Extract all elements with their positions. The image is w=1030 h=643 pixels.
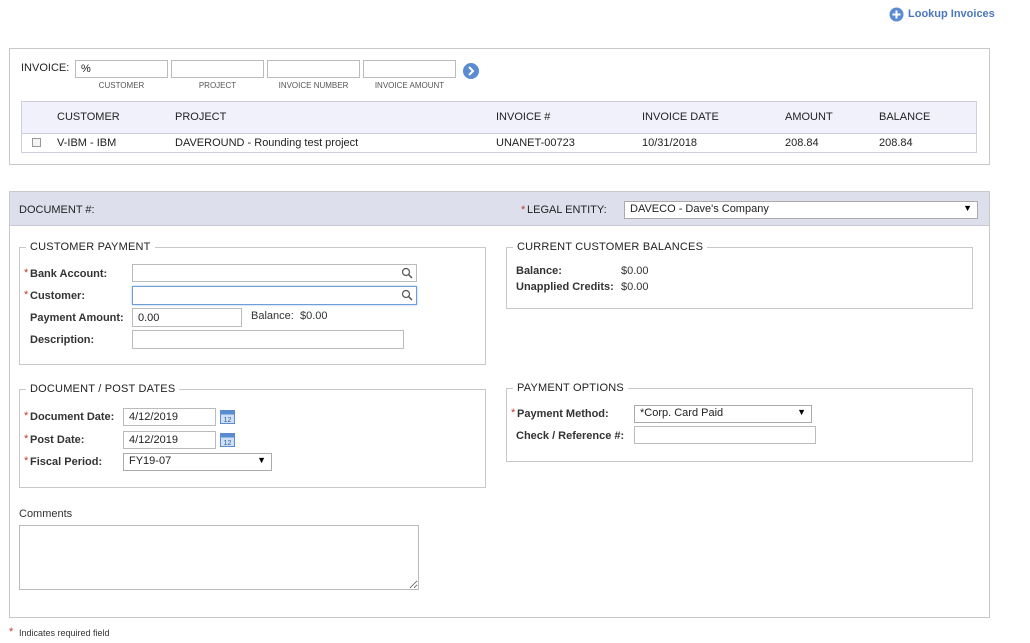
comments-label: Comments: [19, 508, 73, 520]
legal-entity-value: DAVECO - Dave's Company: [630, 203, 769, 215]
invoice-table-header: CUSTOMER PROJECT INVOICE # INVOICE DATE …: [22, 102, 976, 134]
col-project: PROJECT: [175, 111, 227, 123]
calendar-icon[interactable]: 12: [220, 432, 235, 447]
required-note-mark: *: [9, 626, 14, 638]
invoice-label: INVOICE:: [21, 62, 70, 74]
payment-method-select[interactable]: *Corp. Card Paid ▼: [634, 405, 812, 423]
document-date-label: Document Date:: [30, 411, 115, 423]
comments-textarea[interactable]: [19, 525, 419, 590]
invoice-search-panel: INVOICE: CUSTOMER PROJECT INVOICE NUMBER…: [9, 48, 990, 165]
row-project: DAVEROUND - Rounding test project: [175, 137, 359, 149]
dropdown-arrow-icon: ▼: [257, 455, 266, 465]
col-amount: AMOUNT: [785, 111, 833, 123]
unapplied-credits-label: Unapplied Credits:: [516, 281, 614, 293]
bank-account-input[interactable]: [132, 264, 417, 282]
magnifier-icon[interactable]: [401, 267, 413, 279]
magnifier-icon[interactable]: [401, 289, 413, 301]
project-search-input[interactable]: [171, 60, 264, 78]
legal-entity-select[interactable]: DAVECO - Dave's Company ▼: [624, 201, 978, 219]
current-balances-title: CURRENT CUSTOMER BALANCES: [513, 241, 708, 253]
fiscal-period-required-mark: *: [24, 455, 29, 467]
plus-circle-icon: [889, 7, 904, 22]
col-customer: CUSTOMER: [57, 111, 120, 123]
customer-label: Customer:: [30, 290, 86, 302]
customer-payment-section: CUSTOMER PAYMENT * Bank Account: * Custo…: [19, 241, 486, 365]
invoice-number-caption: INVOICE NUMBER: [278, 81, 349, 90]
project-caption: PROJECT: [198, 81, 237, 90]
calendar-icon[interactable]: 12: [220, 409, 235, 424]
col-invoice-number: INVOICE #: [496, 111, 551, 123]
invoice-amount-search-input[interactable]: [363, 60, 456, 78]
svg-text:12: 12: [224, 440, 232, 447]
bank-account-label: Bank Account:: [30, 268, 108, 280]
col-balance: BALANCE: [879, 111, 931, 123]
payment-balance-value: $0.00: [300, 310, 328, 322]
customer-required-mark: *: [24, 289, 29, 301]
dropdown-arrow-icon: ▼: [963, 203, 972, 213]
check-reference-label: Check / Reference #:: [516, 430, 625, 442]
post-date-input[interactable]: [123, 431, 216, 449]
payment-balance-label: Balance:: [251, 310, 294, 322]
document-panel: DOCUMENT #: * LEGAL ENTITY: DAVECO - Dav…: [9, 191, 990, 618]
row-checkbox[interactable]: [32, 138, 41, 147]
post-dates-section: DOCUMENT / POST DATES * Document Date: 1…: [19, 383, 486, 488]
row-invoice-date: 10/31/2018: [642, 137, 698, 149]
payment-method-value: *Corp. Card Paid: [640, 407, 724, 419]
svg-text:12: 12: [224, 417, 232, 424]
customer-payment-title: CUSTOMER PAYMENT: [26, 241, 155, 253]
col-invoice-date: INVOICE DATE: [642, 111, 719, 123]
balance-value: $0.00: [621, 265, 649, 277]
table-row[interactable]: V-IBM - IBM DAVEROUND - Rounding test pr…: [22, 134, 976, 152]
document-date-input[interactable]: [123, 408, 216, 426]
invoice-amount-caption: INVOICE AMOUNT: [374, 81, 445, 90]
payment-amount-input[interactable]: [132, 308, 242, 327]
invoice-table: CUSTOMER PROJECT INVOICE # INVOICE DATE …: [21, 101, 977, 153]
unapplied-credits-value: $0.00: [621, 281, 649, 293]
payment-method-label: Payment Method:: [517, 408, 609, 420]
customer-search-input[interactable]: [75, 60, 168, 78]
customer-input[interactable]: [132, 286, 417, 305]
customer-caption: CUSTOMER: [98, 81, 145, 90]
dropdown-arrow-icon: ▼: [797, 407, 806, 417]
post-date-label: Post Date:: [30, 434, 85, 446]
row-customer: V-IBM - IBM: [57, 137, 117, 149]
payment-amount-label: Payment Amount:: [30, 312, 124, 324]
search-go-arrow-icon[interactable]: [462, 62, 480, 80]
fiscal-period-select[interactable]: FY19-07 ▼: [123, 453, 272, 471]
current-balances-section: CURRENT CUSTOMER BALANCES Balance: $0.00…: [506, 241, 973, 309]
payment-options-section: PAYMENT OPTIONS * Payment Method: *Corp.…: [506, 382, 973, 462]
check-reference-input[interactable]: [634, 426, 816, 444]
legal-entity-label: LEGAL ENTITY:: [527, 204, 607, 216]
payment-options-title: PAYMENT OPTIONS: [513, 382, 628, 394]
lookup-invoices-label: Lookup Invoices: [908, 8, 995, 20]
document-number-label: DOCUMENT #:: [19, 204, 95, 216]
payment-method-required-mark: *: [511, 407, 516, 419]
document-date-required-mark: *: [24, 410, 29, 422]
description-label: Description:: [30, 334, 95, 346]
fiscal-period-value: FY19-07: [129, 455, 172, 467]
invoice-number-search-input[interactable]: [267, 60, 360, 78]
bank-account-required-mark: *: [24, 267, 29, 279]
row-balance: 208.84: [879, 137, 913, 149]
required-note-text: Indicates required field: [19, 628, 110, 638]
description-input[interactable]: [132, 330, 404, 349]
balance-label: Balance:: [516, 265, 562, 277]
document-header-band: DOCUMENT #: * LEGAL ENTITY: DAVECO - Dav…: [10, 192, 989, 226]
row-amount: 208.84: [785, 137, 819, 149]
legal-entity-required-mark: *: [521, 204, 526, 216]
row-invoice-number: UNANET-00723: [496, 137, 575, 149]
fiscal-period-label: Fiscal Period:: [30, 456, 103, 468]
post-dates-title: DOCUMENT / POST DATES: [26, 383, 180, 395]
post-date-required-mark: *: [24, 433, 29, 445]
